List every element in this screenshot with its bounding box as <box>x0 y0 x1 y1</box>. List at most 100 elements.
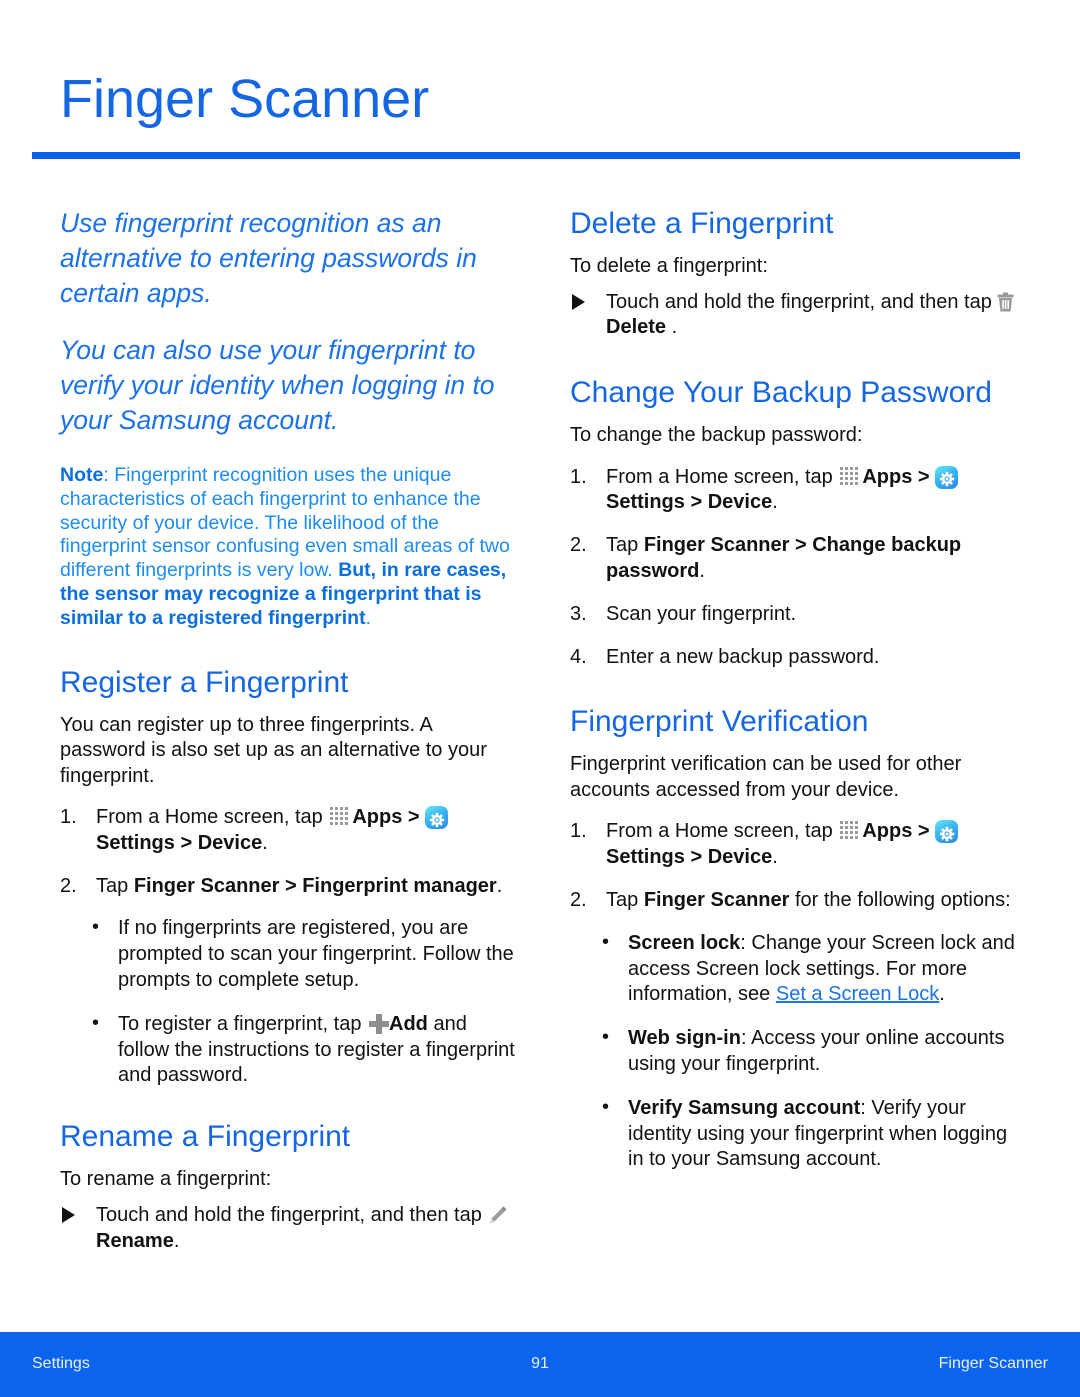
step-number: 3. <box>570 602 587 625</box>
device-label: Device <box>197 831 263 854</box>
settings-gear-icon <box>425 806 449 830</box>
triangle-bullet-icon <box>572 293 585 310</box>
note-block: Note: Fingerprint recognition uses the u… <box>60 464 515 631</box>
rename-action-item: Touch and hold the fingerprint, and then… <box>60 1203 515 1255</box>
step-separator-2: > <box>684 846 708 869</box>
apps-label: Apps <box>862 820 913 843</box>
step-bold-term-1: Finger Scanner <box>643 888 790 911</box>
page-title: Finger Scanner <box>60 69 430 129</box>
footer-page-number: 91 <box>531 1355 549 1372</box>
trash-icon <box>997 292 1014 312</box>
step-bold-term-1: Finger Scanner <box>133 874 280 897</box>
settings-label: Settings <box>96 831 175 854</box>
option-term: Verify Samsung account <box>628 1096 861 1119</box>
register-body-text: You can register up to three fingerprint… <box>60 713 487 787</box>
note-separator: : <box>103 464 115 486</box>
heading-change-your-backup-password: Change Your Backup Password <box>570 376 992 410</box>
apps-grid-icon <box>840 821 861 840</box>
add-plus-icon <box>369 1013 390 1034</box>
heading-rename-a-fingerprint: Rename a Fingerprint <box>60 1120 351 1154</box>
option-term: Web sign-in <box>628 1027 741 1050</box>
left-column: Use fingerprint recognition as an altern… <box>60 206 515 1254</box>
option-web-sign-in: Web sign-in: Access your online accounts… <box>602 1025 1025 1078</box>
backup-password-steps-list: 1. From a Home screen, tap Apps > Setting… <box>570 465 1025 671</box>
step-separator-1: > <box>789 534 813 557</box>
note-label: Note <box>60 464 104 486</box>
step-text-suffix: . <box>772 846 778 869</box>
register-steps-list: 1. From a Home screen, tap Apps > Setting… <box>60 805 515 899</box>
step-text-prefix: Tap <box>96 874 134 897</box>
backup-step-2: 2. Tap Finger Scanner > Change backup pas… <box>570 533 1025 585</box>
step-separator-1: > <box>279 874 303 897</box>
settings-label: Settings <box>606 846 685 869</box>
rename-action-list: Touch and hold the fingerprint, and then… <box>60 1203 515 1255</box>
step-number: 4. <box>570 645 587 668</box>
title-divider <box>32 152 1020 159</box>
register-step-2: 2. Tap Finger Scanner > Fingerprint manag… <box>60 874 515 900</box>
step-number: 1. <box>60 806 77 829</box>
option-verify-samsung-account: Verify Samsung account: Verify your iden… <box>602 1095 1025 1173</box>
backup-step-4: 4. Enter a new backup password. <box>570 645 1025 671</box>
intro-paragraph-2: You can also use your fingerprint to ver… <box>60 335 495 435</box>
note-end-period: . <box>365 606 371 629</box>
step-separator-1: > <box>402 806 426 829</box>
step-text: Enter a new backup password. <box>606 645 880 668</box>
step-text-prefix: From a Home screen, tap <box>606 465 839 488</box>
step-number: 1. <box>570 465 587 488</box>
manual-page: Finger Scanner Use fingerprint recogniti… <box>0 0 1080 1397</box>
page-footer: Settings 91 Finger Scanner <box>0 1332 1080 1397</box>
bullet-text-prefix: To register a fingerprint, tap <box>118 1012 368 1035</box>
action-text-suffix: . <box>173 1229 180 1252</box>
action-text-prefix: Touch and hold the fingerprint, and then… <box>96 1203 488 1226</box>
step-text-suffix: . <box>772 491 778 514</box>
heading-delete-a-fingerprint: Delete a Fingerprint <box>570 207 834 240</box>
apps-grid-icon <box>840 466 861 486</box>
step-number: 2. <box>570 534 587 557</box>
step-separator-2: > <box>174 831 198 854</box>
verification-options-list: Screen lock: Change your Screen lock and… <box>570 930 1025 1173</box>
verification-step-1: 1. From a Home screen, tap Apps > Setting… <box>570 819 1025 871</box>
rename-label: Rename <box>96 1229 174 1252</box>
verification-step-2: 2. Tap Finger Scanner for the following o… <box>570 888 1025 914</box>
step-text-prefix: From a Home screen, tap <box>606 820 839 843</box>
step-text-suffix: . <box>699 559 705 582</box>
register-step-1: 1. From a Home screen, tap Apps > Setting… <box>60 805 515 857</box>
apps-grid-icon <box>330 807 351 826</box>
step-separator-1: > <box>912 465 936 488</box>
step-number: 1. <box>570 820 587 843</box>
step-separator-2: > <box>684 491 708 514</box>
heading-register-a-fingerprint: Register a Fingerprint <box>60 665 349 699</box>
delete-body-text: To delete a fingerprint: <box>570 255 768 277</box>
step-text: Scan your fingerprint. <box>606 602 797 625</box>
backup-step-1: 1. From a Home screen, tap Apps > Setting… <box>570 465 1025 517</box>
register-bullet-1: If no fingerprints are registered, you a… <box>92 915 515 993</box>
heading-fingerprint-verification: Fingerprint Verification <box>570 705 869 739</box>
set-a-screen-lock-link[interactable]: Set a Screen Lock <box>776 983 939 1005</box>
step-number: 2. <box>60 874 77 897</box>
step-number: 2. <box>570 888 587 911</box>
settings-gear-icon <box>935 820 959 844</box>
backup-step-3: 3. Scan your fingerprint. <box>570 602 1025 628</box>
pencil-icon <box>487 1205 508 1225</box>
device-label: Device <box>707 846 773 869</box>
delete-action-list: Touch and hold the fingerprint, and then… <box>570 290 1025 342</box>
apps-label: Apps <box>352 806 403 829</box>
footer-topic-label: Finger Scanner <box>938 1355 1048 1372</box>
delete-action-item: Touch and hold the fingerprint, and then… <box>570 290 1025 342</box>
step-text-suffix: . <box>496 874 503 897</box>
right-column: Delete a Fingerprint To delete a fingerp… <box>570 206 1025 1191</box>
add-label: Add <box>389 1012 428 1035</box>
delete-label: Delete <box>606 316 667 339</box>
step-bold-term-1: Finger Scanner <box>643 534 790 557</box>
register-bullet-list: If no fingerprints are registered, you a… <box>60 915 515 1089</box>
step-text-suffix: for the following options: <box>789 888 1011 911</box>
triangle-bullet-icon <box>62 1206 75 1223</box>
step-text-prefix: From a Home screen, tap <box>96 806 329 829</box>
verification-body-text: Fingerprint verification can be used for… <box>570 753 962 801</box>
option-term: Screen lock <box>628 931 741 954</box>
rename-body-text: To rename a fingerprint: <box>60 1168 272 1191</box>
step-text-prefix: Tap <box>606 534 644 557</box>
action-text-prefix: Touch and hold the fingerprint, and then… <box>606 290 998 313</box>
backup-password-body-text: To change the backup password: <box>570 424 863 447</box>
option-screen-lock: Screen lock: Change your Screen lock and… <box>602 930 1025 1008</box>
